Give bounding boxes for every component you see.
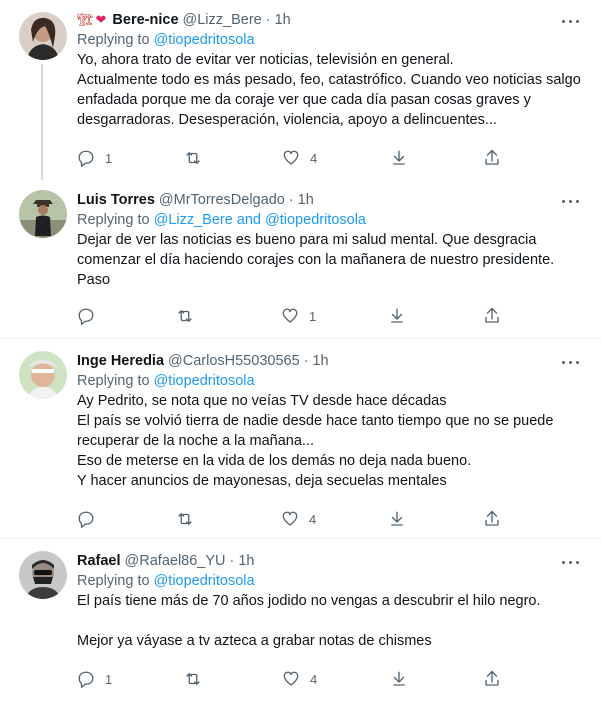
reply-icon [78,308,94,325]
more-options-icon[interactable] [561,352,581,372]
share-button[interactable] [483,669,501,689]
display-name[interactable]: Bere-nice [112,12,178,28]
replying-to: Replying to @tiopedritosola [77,573,255,589]
timestamp[interactable]: 1h [238,553,254,569]
user-handle[interactable]: @Rafael86_YU [125,553,226,569]
retweet-icon [186,152,200,164]
display-name[interactable]: Luis Torres [77,192,155,208]
mention-link[interactable]: @tiopedritosola [154,373,255,389]
reply-icon [78,511,94,528]
separator-dot: · [265,12,271,28]
like-button[interactable]: 1 [281,306,316,326]
more-options-icon[interactable] [561,552,581,572]
download-button[interactable] [388,509,406,529]
avatar[interactable] [19,351,67,399]
replying-to: Replying to @tiopedritosola [77,373,255,389]
like-button[interactable]: 4 [281,509,316,529]
download-button[interactable] [388,306,406,326]
share-icon [485,510,499,526]
display-name[interactable]: Inge Heredia [77,353,164,369]
timestamp[interactable]: 1h [298,192,314,208]
share-icon [485,149,499,165]
heart-icon [282,308,298,323]
tweet[interactable]: Luis Torres @MrTorresDelgado · 1h Replyi… [0,178,601,338]
avatar[interactable] [19,551,67,599]
tweet[interactable]: Inge Heredia @CarlosH55030565 · 1h Reply… [0,339,601,537]
avatar[interactable] [19,12,67,60]
tweet-text: El país tiene más de 70 años jodido no v… [77,593,541,649]
heart-icon [283,150,299,165]
user-handle[interactable]: @MrTorresDelgado [159,192,285,208]
more-options-icon[interactable] [561,11,581,31]
name-emoji: 🏗 ❤ [77,12,107,27]
tweet[interactable]: 🏗 ❤ Bere-nice @Lizz_Bere · 1h Replying t… [0,0,601,180]
retweet-button[interactable] [176,306,204,326]
retweet-button[interactable] [184,148,212,168]
retweet-icon [186,673,200,685]
download-icon [393,671,405,686]
mention-link[interactable]: @tiopedritosola [154,32,255,48]
reply-count: 1 [105,150,113,166]
reply-button[interactable]: 1 [77,148,112,168]
reply-count: 1 [105,671,113,687]
reply-icon [78,150,94,167]
share-icon [485,307,499,323]
share-button[interactable] [483,148,501,168]
like-count: 4 [310,671,318,687]
like-button[interactable]: 4 [282,148,317,168]
retweet-button[interactable] [184,669,212,689]
retweet-icon [178,513,192,525]
retweet-button[interactable] [176,509,204,529]
display-name[interactable]: Rafael [77,553,121,569]
download-icon [391,511,403,526]
like-button[interactable]: 4 [282,669,317,689]
share-button[interactable] [483,509,501,529]
download-button[interactable] [390,669,408,689]
share-button[interactable] [483,306,501,326]
like-count: 4 [310,150,318,166]
timestamp[interactable]: 1h [312,353,328,369]
reply-button[interactable] [77,509,105,529]
avatar[interactable] [19,190,67,238]
tweet-text: Ay Pedrito, se nota que no veías TV desd… [77,393,554,489]
reply-icon [78,671,94,688]
tweet[interactable]: Rafael @Rafael86_YU · 1h Replying to @ti… [0,539,601,703]
replying-to: Replying to @Lizz_Bere and @tiopedritoso… [77,212,366,228]
heart-icon [282,511,298,526]
timestamp[interactable]: 1h [275,12,291,28]
retweet-icon [178,310,192,322]
download-icon [391,308,403,323]
separator-dot: · [229,553,235,569]
heart-icon [283,671,299,686]
tweet-text: Yo, ahora trato de evitar ver noticias, … [77,52,581,128]
separator-dot: · [303,353,309,369]
share-icon [485,670,499,686]
reply-button[interactable] [77,306,105,326]
separator-dot: · [288,192,294,208]
tweet-text: Dejar de ver las noticias es bueno para … [77,232,555,288]
thread-line [41,64,43,180]
more-options-icon[interactable] [561,191,581,211]
like-count: 4 [309,511,317,527]
mention-link[interactable]: @Lizz_Bere and @tiopedritosola [154,212,366,228]
like-count: 1 [309,308,317,324]
download-icon [393,150,405,165]
user-handle[interactable]: @CarlosH55030565 [168,353,300,369]
user-handle[interactable]: @Lizz_Bere [183,12,262,28]
download-button[interactable] [390,148,408,168]
replying-to: Replying to @tiopedritosola [77,32,255,48]
mention-link[interactable]: @tiopedritosola [154,573,255,589]
reply-button[interactable]: 1 [77,669,112,689]
